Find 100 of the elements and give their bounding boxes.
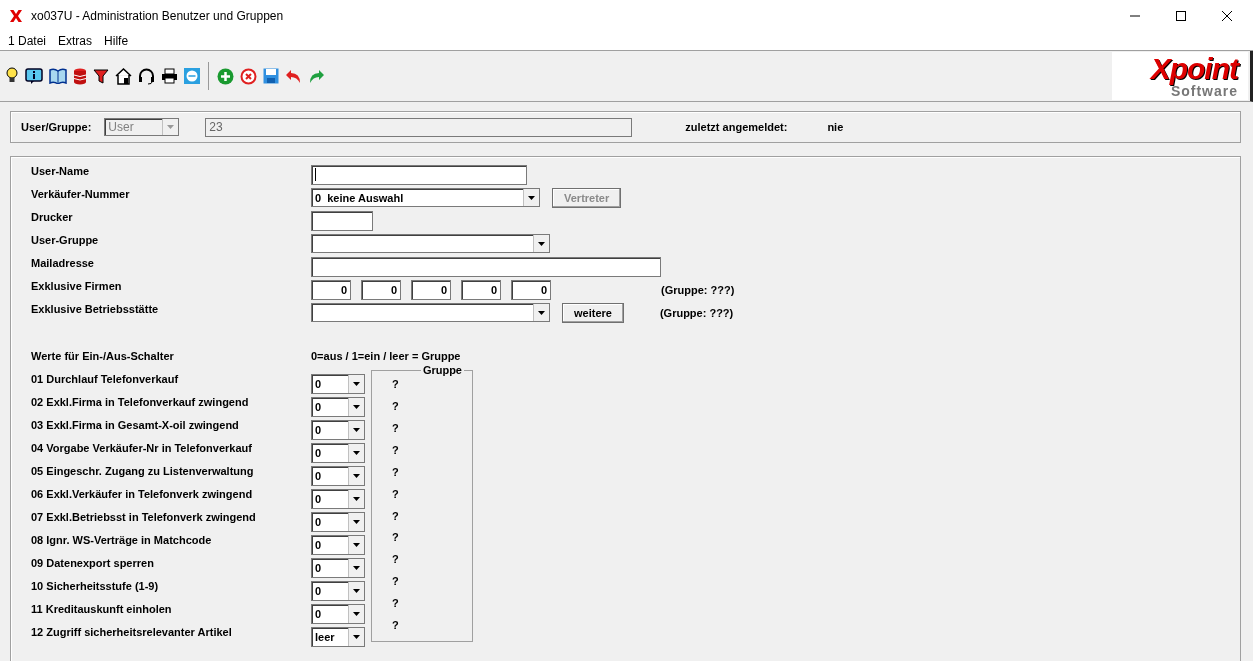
x-logo-icon bbox=[9, 9, 23, 23]
switch-label: 07 Exkl.Betriebsst in Telefonverk zwingend bbox=[31, 511, 257, 525]
undo-icon[interactable] bbox=[285, 68, 302, 84]
number-field[interactable]: 0 bbox=[461, 279, 501, 300]
dropdown-arrow-icon bbox=[353, 566, 360, 570]
field-label: Exklusive Firmen bbox=[31, 279, 123, 292]
dropdown-arrow-icon bbox=[353, 520, 360, 524]
group-value: ? bbox=[392, 465, 400, 480]
id-field: 23 bbox=[205, 117, 633, 137]
save-icon[interactable] bbox=[263, 68, 279, 84]
dropdown-arrow-icon bbox=[353, 612, 360, 616]
info-icon[interactable] bbox=[25, 67, 43, 85]
dropdown[interactable]: 0 keine Auswahl bbox=[311, 188, 540, 207]
menu-item[interactable]: Hilfe bbox=[104, 34, 129, 48]
section-title: Werte für Ein-/Aus-Schalter bbox=[31, 350, 175, 364]
dropdown-arrow-icon bbox=[353, 635, 360, 639]
dropdown-arrow-icon bbox=[538, 310, 545, 315]
group-value: ? bbox=[392, 575, 400, 590]
group-value: ? bbox=[392, 487, 400, 502]
dropdown-arrow-icon bbox=[167, 125, 175, 129]
switch-dropdown[interactable]: leer bbox=[311, 627, 365, 647]
close-icon[interactable] bbox=[1221, 10, 1233, 22]
number-field[interactable]: 0 bbox=[361, 279, 401, 300]
dropdown[interactable] bbox=[311, 234, 550, 253]
number-field[interactable]: 0 bbox=[511, 279, 551, 300]
switch-label: 10 Sicherheitsstufe (1-9) bbox=[31, 580, 160, 594]
database-icon[interactable] bbox=[73, 67, 87, 85]
switch-dropdown[interactable]: 0 bbox=[311, 466, 365, 486]
switch-label: 03 Exkl.Firma in Gesamt-X-oil zwingend bbox=[31, 419, 240, 433]
dropdown-arrow-icon bbox=[353, 589, 360, 593]
dropdown-arrow-icon bbox=[353, 474, 360, 478]
switch-dropdown[interactable]: 0 bbox=[311, 443, 365, 463]
switch-label: 02 Exkl.Firma in Telefonverkauf zwingend bbox=[31, 396, 250, 410]
group-title: Gruppe bbox=[420, 364, 464, 376]
redo-icon[interactable] bbox=[308, 68, 325, 84]
text-field[interactable] bbox=[311, 210, 373, 231]
switch-label: 09 Datenexport sperren bbox=[31, 557, 155, 571]
switch-dropdown[interactable]: 0 bbox=[311, 535, 365, 555]
switch-label: 05 Eingeschr. Zugang zu Listenverwaltung bbox=[31, 465, 255, 479]
switch-dropdown[interactable]: 0 bbox=[311, 420, 365, 440]
group-value: ? bbox=[392, 597, 400, 612]
dropdown-arrow-icon bbox=[353, 543, 360, 547]
field-label: User-Name bbox=[31, 164, 91, 177]
group-value: ? bbox=[392, 443, 400, 458]
field-label: Verkäufer-Nummer bbox=[31, 187, 131, 200]
switch-dropdown[interactable]: 0 bbox=[311, 374, 365, 394]
house-icon[interactable] bbox=[115, 67, 132, 85]
dropdown-arrow-icon bbox=[353, 382, 360, 386]
field-label: Drucker bbox=[31, 210, 74, 223]
group-value: ? bbox=[392, 399, 400, 414]
group-value: ? bbox=[392, 378, 400, 392]
add-icon[interactable] bbox=[217, 67, 234, 85]
group-value: ? bbox=[392, 531, 400, 546]
action-button[interactable]: weitere bbox=[562, 302, 624, 323]
menu-item[interactable]: 1 Datei bbox=[8, 34, 47, 48]
window-title: xo037U - Administration Benutzer und Gruppen bbox=[31, 9, 284, 23]
company-logo: Xpoint Software bbox=[1112, 52, 1248, 100]
dropdown-arrow-icon bbox=[353, 497, 360, 501]
field-label: User-Gruppe bbox=[31, 233, 100, 246]
switch-label: 06 Exkl.Verkäufer in Telefonverk zwingend bbox=[31, 488, 254, 502]
printer-icon[interactable] bbox=[161, 68, 178, 84]
group-value: ? bbox=[392, 619, 400, 634]
switch-dropdown[interactable]: 0 bbox=[311, 581, 365, 601]
headset-icon[interactable] bbox=[138, 67, 155, 85]
switch-label: 04 Vorgabe Verkäufer-Nr in Telefonverkauf bbox=[31, 442, 253, 456]
group-value: ? bbox=[392, 509, 400, 524]
switch-dropdown[interactable]: 0 bbox=[311, 604, 365, 624]
dropdown[interactable] bbox=[311, 303, 550, 322]
field-label: zuletzt angemeldet: bbox=[685, 121, 788, 133]
text-field[interactable] bbox=[311, 256, 661, 277]
book-icon[interactable] bbox=[49, 68, 67, 84]
group-note: (Gruppe: ???) bbox=[661, 283, 735, 296]
switch-dropdown[interactable]: 0 bbox=[311, 397, 365, 417]
group-value: ? bbox=[392, 421, 400, 436]
group-value: ? bbox=[392, 553, 400, 568]
menu-item[interactable]: Extras bbox=[58, 34, 93, 48]
switch-dropdown[interactable]: 0 bbox=[311, 558, 365, 578]
switch-dropdown[interactable]: 0 bbox=[311, 489, 365, 509]
field-label: Exklusive Betriebsstätte bbox=[31, 302, 160, 315]
number-field[interactable]: 0 bbox=[411, 279, 451, 300]
field-label: User/Gruppe: bbox=[21, 121, 92, 133]
dropdown-arrow-icon bbox=[353, 428, 360, 432]
switch-dropdown[interactable]: 0 bbox=[311, 512, 365, 532]
maximize-icon[interactable] bbox=[1175, 10, 1187, 22]
dropdown-arrow-icon bbox=[528, 195, 535, 200]
field-label: Mailadresse bbox=[31, 256, 95, 269]
switch-label: 12 Zugriff sicherheitsrelevanter Artikel bbox=[31, 626, 233, 640]
filter-icon[interactable] bbox=[93, 68, 109, 84]
group-note: (Gruppe: ???) bbox=[659, 306, 734, 319]
legend-text: 0=aus / 1=ein / leer = Gruppe bbox=[311, 350, 462, 364]
lightbulb-icon[interactable] bbox=[5, 67, 19, 85]
switch-label: 08 Ignr. WS-Verträge in Matchcode bbox=[31, 534, 213, 548]
dropdown-arrow-icon bbox=[353, 405, 360, 409]
switch-label: 01 Durchlauf Telefonverkauf bbox=[31, 373, 180, 387]
dropdown-arrow-icon bbox=[353, 451, 360, 455]
text-field[interactable] bbox=[311, 164, 527, 185]
login-value: nie bbox=[827, 121, 844, 133]
delete-icon[interactable] bbox=[240, 67, 257, 85]
number-field[interactable]: 0 bbox=[311, 279, 351, 300]
switch-label: 11 Kreditauskunft einholen bbox=[31, 603, 173, 617]
